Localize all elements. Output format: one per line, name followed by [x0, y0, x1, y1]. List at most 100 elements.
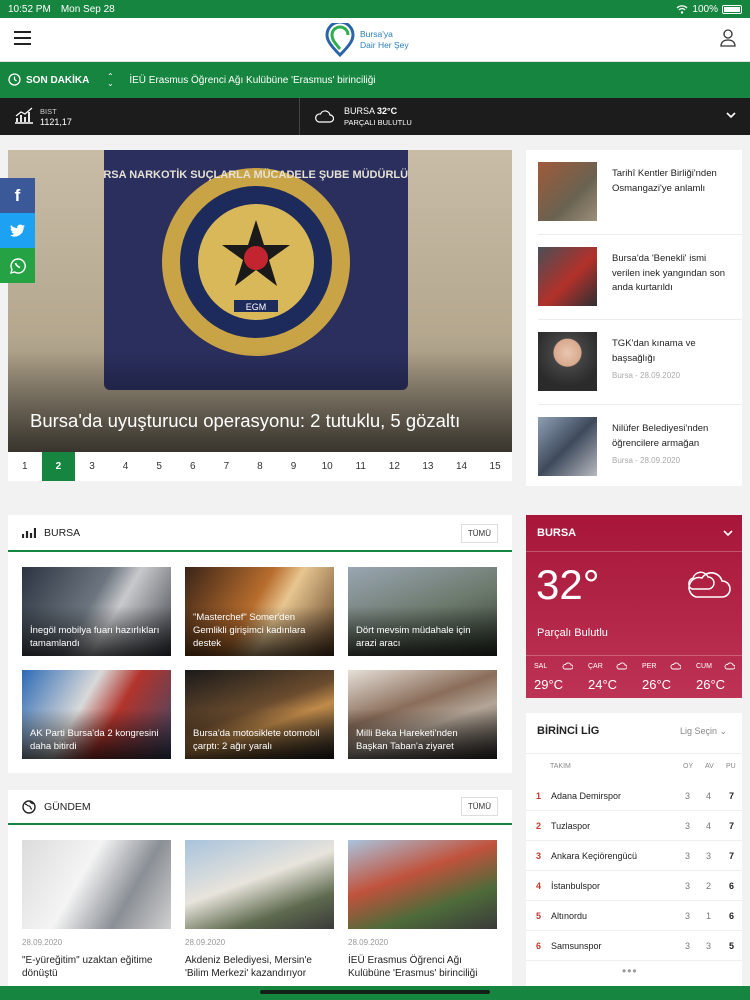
slider-page-button[interactable]: 12 [378, 452, 412, 481]
info-bar: BIST 1121,17 BURSA 32°C PARÇALI BULUTLU [0, 98, 750, 135]
see-all-button[interactable]: TÜMÜ [460, 524, 498, 543]
league-row[interactable]: 6 Samsunspor 3 3 5 [526, 931, 742, 961]
cloud-icon [315, 110, 334, 123]
league-points: 7 [729, 821, 735, 831]
news-card[interactable]: Dört mevsim müdahale için arazi aracı [348, 567, 497, 656]
league-played: 3 [685, 881, 691, 891]
clock-icon [8, 73, 21, 86]
news-date: 28.09.2020 [185, 938, 226, 947]
league-rank: 6 [536, 941, 542, 951]
forecast-temp: 26°C [642, 677, 672, 692]
cloud-icon [670, 662, 681, 670]
battery-icon [722, 4, 742, 14]
news-card[interactable]: Bursa'da motosiklete otomobil çarptı: 2 … [185, 670, 334, 759]
breaking-nav-arrows[interactable]: ⌃ ⌄ [105, 73, 115, 88]
news-image[interactable] [22, 840, 171, 929]
league-played: 3 [685, 791, 691, 801]
site-logo[interactable]: Bursa'ya Dair Her Şey [325, 23, 409, 57]
slider-page-button[interactable]: 3 [75, 452, 109, 481]
league-points: 5 [729, 941, 735, 951]
side-news-title: Nilüfer Belediyesi'nden öğrencilere arma… [612, 423, 709, 449]
breaking-text[interactable]: İEÜ Erasmus Öğrenci Ağı Kulübüne 'Erasmu… [129, 75, 375, 86]
side-news-item[interactable]: Bursa'da 'Benekli' ismi verilen inek yan… [538, 247, 738, 309]
league-row[interactable]: 1 Adana Demirspor 3 4 7 [526, 781, 742, 811]
slider-pagination: 1 2 3 4 5 6 7 8 9 10 11 12 13 14 15 [8, 452, 512, 481]
logo-mark-icon [325, 23, 355, 57]
slider-page-button[interactable]: 6 [176, 452, 210, 481]
news-thumbnail [538, 247, 597, 306]
slider-page-button[interactable]: 10 [310, 452, 344, 481]
user-icon[interactable] [720, 29, 736, 47]
league-played: 3 [685, 911, 691, 921]
menu-icon[interactable] [14, 31, 31, 47]
league-table: BİRİNCİ LİG Lig Seçin ⌄ TAKIM OY AV PU 1… [526, 713, 742, 988]
news-thumbnail [538, 162, 597, 221]
slider-page-button[interactable]: 15 [478, 452, 512, 481]
status-date: Mon Sep 28 [60, 3, 115, 15]
league-row[interactable]: 5 Altınordu 3 1 6 [526, 901, 742, 931]
chevron-down-icon[interactable] [726, 111, 736, 119]
side-news-item[interactable]: Tarihî Kentler Birliği'nden Osmangazi'ye… [538, 162, 738, 224]
slider-page-button[interactable]: 11 [344, 452, 378, 481]
side-news-title: Tarihî Kentler Birliği'nden Osmangazi'ye… [612, 168, 717, 194]
league-select[interactable]: Lig Seçin ⌄ [680, 726, 727, 737]
slider-page-button[interactable]: 14 [445, 452, 479, 481]
whatsapp-glyph-icon [9, 257, 26, 274]
league-av: 1 [706, 911, 712, 921]
chevron-down-icon[interactable] [723, 529, 733, 537]
slider-page-button[interactable]: 4 [109, 452, 143, 481]
news-date: 28.09.2020 [348, 938, 389, 947]
section-title: GÜNDEM [44, 801, 91, 813]
side-news-list: Tarihî Kentler Birliği'nden Osmangazi'ye… [526, 150, 742, 486]
news-card-title: "Masterchef" Somer'den Gemlikli girişimc… [193, 612, 306, 649]
news-image[interactable] [185, 840, 334, 929]
status-bar: 10:52 PM Mon Sep 28 100% [0, 0, 750, 18]
whatsapp-icon[interactable] [0, 248, 35, 283]
twitter-icon[interactable] [0, 213, 35, 248]
more-dots[interactable]: ••• [622, 964, 638, 978]
slider-page-button[interactable]: 1 [8, 452, 42, 481]
twitter-glyph-icon [9, 224, 25, 237]
slider-page-button[interactable]: 7 [210, 452, 244, 481]
slider-title[interactable]: Bursa'da uyuşturucu operasyonu: 2 tutukl… [30, 410, 500, 432]
news-card[interactable]: İnegöl mobilya fuarı hazırlıkları tamaml… [22, 567, 171, 656]
news-title[interactable]: "E-yüreğitim" uzaktan eğitime dönüştü [22, 954, 172, 980]
forecast-temp: 26°C [696, 677, 726, 692]
slider-page-button[interactable]: 13 [411, 452, 445, 481]
league-row[interactable]: 4 İstanbulspor 3 2 6 [526, 871, 742, 901]
slider-page-button[interactable]: 2 [41, 452, 76, 481]
status-time: 10:52 PM [8, 3, 51, 15]
news-card[interactable]: Milli Beka Hareketi'nden Başkan Taban'a … [348, 670, 497, 759]
league-row[interactable]: 3 Ankara Keçiörengücü 3 3 7 [526, 841, 742, 871]
news-title[interactable]: Akdeniz Belediyesi, Mersin'e 'Bilim Merk… [185, 954, 335, 980]
side-news-date: Bursa - 28.09.2020 [612, 456, 681, 465]
gundem-news-panel: GÜNDEM TÜMÜ 28.09.2020 "E-yüreğitim" uza… [8, 790, 512, 990]
slider-page-button[interactable]: 5 [142, 452, 176, 481]
weather-city-line: BURSA 32°C [344, 106, 397, 117]
weather-condition: Parçalı Bulutlu [537, 627, 608, 639]
partly-cloudy-icon [724, 662, 735, 670]
side-news-item[interactable]: Nilüfer Belediyesi'nden öğrencilere arma… [538, 417, 738, 479]
bist-label: BIST [40, 107, 57, 116]
news-title[interactable]: İEÜ Erasmus Öğrenci Ağı Kulübüne 'Erasmu… [348, 954, 498, 980]
league-av: 4 [706, 791, 712, 801]
slider-page-button[interactable]: 9 [277, 452, 311, 481]
news-card[interactable]: "Masterchef" Somer'den Gemlikli girişimc… [185, 567, 334, 656]
home-indicator[interactable] [260, 990, 490, 994]
league-row[interactable]: 2 Tuzlaspor 3 4 7 [526, 811, 742, 841]
headline-slider[interactable]: EGM BURSA NARKOTİK SUÇLARLA MÜCADELE ŞUB… [8, 150, 512, 452]
bar-chart-icon [22, 528, 36, 538]
news-card[interactable]: AK Parti Bursa'da 2 kongresini daha biti… [22, 670, 171, 759]
info-city: BURSA [344, 106, 375, 116]
league-av: 4 [706, 821, 712, 831]
league-played: 3 [685, 851, 691, 861]
league-select-label: Lig Seçin [680, 726, 718, 736]
see-all-button[interactable]: TÜMÜ [460, 797, 498, 816]
side-news-title: Bursa'da 'Benekli' ismi verilen inek yan… [612, 253, 726, 293]
facebook-icon[interactable]: f [0, 178, 35, 213]
slider-page-button[interactable]: 8 [243, 452, 277, 481]
league-title: BİRİNCİ LİG [537, 725, 600, 737]
news-image[interactable] [348, 840, 497, 929]
league-points: 6 [729, 911, 735, 921]
side-news-item[interactable]: TGK'dan kınama ve başsağlığı Bursa - 28.… [538, 332, 738, 394]
